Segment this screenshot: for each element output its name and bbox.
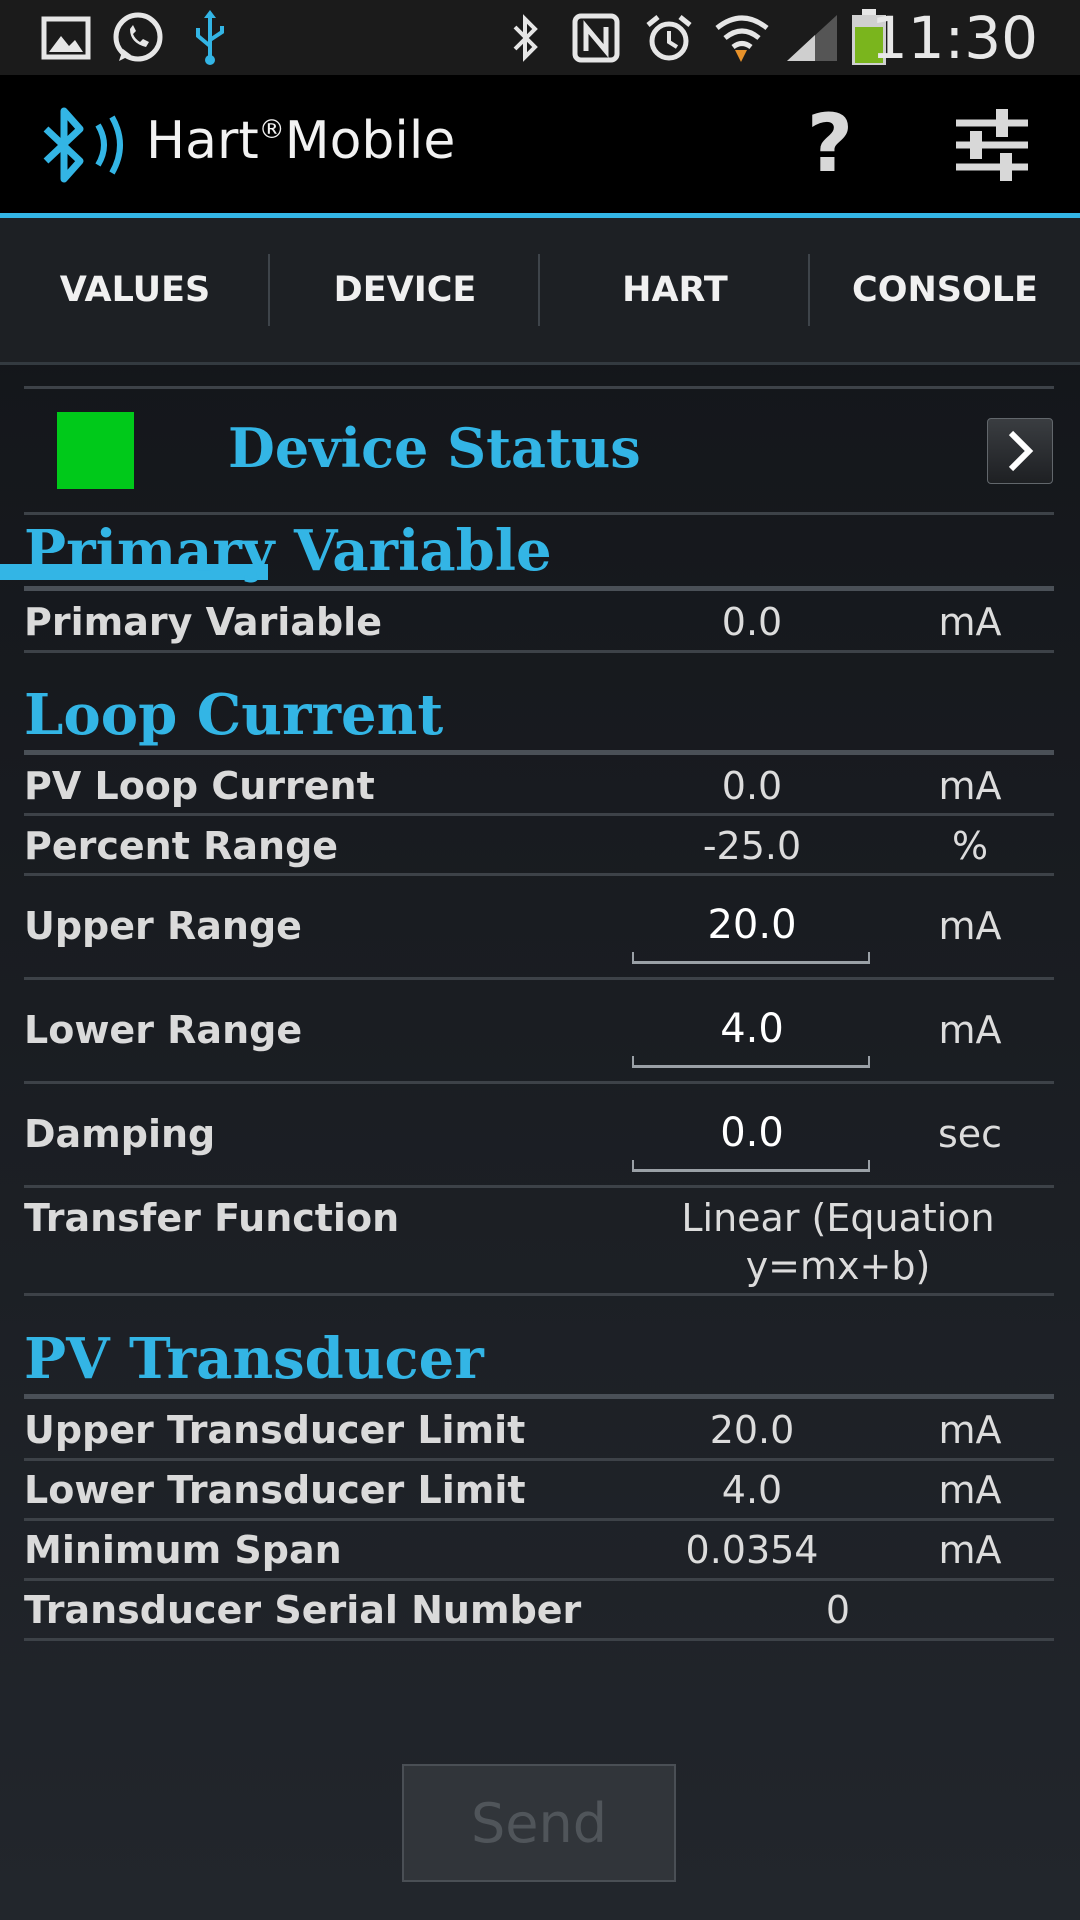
divider bbox=[24, 873, 1054, 876]
upper-range-label: Upper Range bbox=[24, 904, 302, 948]
tab-console[interactable]: CONSOLE bbox=[810, 218, 1080, 362]
pv-loop-current-unit: mA bbox=[938, 764, 1002, 808]
section-divider bbox=[24, 750, 1054, 755]
lower-range-label: Lower Range bbox=[24, 1008, 303, 1052]
lower-transducer-limit-label: Lower Transducer Limit bbox=[24, 1468, 526, 1512]
transfer-function-value-line1: Linear (Equation bbox=[681, 1196, 995, 1240]
status-indicator bbox=[57, 412, 134, 489]
tab-values[interactable]: VALUES bbox=[0, 218, 270, 362]
signal-icon bbox=[784, 8, 840, 68]
section-pv-transducer: PV Transducer bbox=[24, 1326, 484, 1392]
minimum-span-value: 0.0354 bbox=[685, 1528, 819, 1572]
lower-transducer-limit-value: 4.0 bbox=[721, 1468, 783, 1512]
percent-range-value: -25.0 bbox=[702, 824, 802, 868]
divider bbox=[24, 1518, 1054, 1521]
divider bbox=[24, 512, 1054, 515]
status-bar: 11:30 bbox=[0, 0, 1080, 75]
upper-range-unit: mA bbox=[938, 904, 1002, 948]
input-underline bbox=[632, 1160, 870, 1172]
pv-loop-current-value: 0.0 bbox=[721, 764, 783, 808]
divider bbox=[24, 1185, 1054, 1188]
send-button[interactable]: Send bbox=[402, 1764, 676, 1882]
lower-range-unit: mA bbox=[938, 1008, 1002, 1052]
gallery-icon bbox=[38, 8, 94, 68]
input-underline bbox=[632, 1056, 870, 1068]
whatsapp-icon bbox=[108, 8, 168, 68]
divider bbox=[24, 1293, 1054, 1296]
transfer-function-value-line2: y=mx+b) bbox=[745, 1244, 931, 1288]
lower-range-input[interactable]: 4.0 bbox=[632, 1006, 872, 1052]
percent-range-unit: % bbox=[951, 824, 989, 868]
damping-label: Damping bbox=[24, 1112, 216, 1156]
settings-sliders-icon[interactable] bbox=[952, 105, 1032, 190]
divider bbox=[24, 1578, 1054, 1581]
minimum-span-label: Minimum Span bbox=[24, 1528, 342, 1572]
primary-variable-value: 0.0 bbox=[721, 600, 783, 644]
nfc-icon bbox=[570, 8, 622, 68]
bluetooth-logo-icon bbox=[40, 103, 130, 192]
pv-loop-current-label: PV Loop Current bbox=[24, 764, 375, 808]
usb-icon bbox=[186, 8, 234, 68]
transfer-function-label: Transfer Function bbox=[24, 1196, 400, 1240]
section-divider bbox=[24, 586, 1054, 591]
primary-variable-label: Primary Variable bbox=[24, 600, 382, 644]
divider bbox=[24, 650, 1054, 653]
app-title: Hart®Mobile bbox=[146, 111, 456, 171]
wifi-icon bbox=[712, 8, 772, 68]
input-underline bbox=[632, 952, 870, 964]
divider bbox=[24, 1081, 1054, 1084]
upper-transducer-limit-unit: mA bbox=[938, 1408, 1002, 1452]
divider bbox=[24, 1638, 1054, 1641]
tab-hart[interactable]: HART bbox=[540, 218, 810, 362]
transducer-serial-value: 0 bbox=[825, 1588, 851, 1632]
device-status-title[interactable]: Device Status bbox=[228, 416, 641, 480]
damping-unit: sec bbox=[937, 1112, 1003, 1156]
tab-label: CONSOLE bbox=[852, 270, 1038, 310]
divider bbox=[24, 813, 1054, 816]
damping-input[interactable]: 0.0 bbox=[632, 1110, 872, 1156]
help-button[interactable]: ? bbox=[800, 97, 860, 190]
upper-transducer-limit-value: 20.0 bbox=[709, 1408, 795, 1452]
lower-transducer-limit-unit: mA bbox=[938, 1468, 1002, 1512]
tab-label: VALUES bbox=[59, 270, 211, 310]
action-bar: Hart®Mobile ? bbox=[0, 75, 1080, 218]
chevron-right-icon bbox=[1008, 430, 1034, 472]
section-primary-variable: Primary Variable bbox=[24, 518, 552, 584]
upper-transducer-limit-label: Upper Transducer Limit bbox=[24, 1408, 526, 1452]
divider bbox=[24, 1458, 1054, 1461]
transducer-serial-label: Transducer Serial Number bbox=[24, 1588, 582, 1632]
minimum-span-unit: mA bbox=[938, 1528, 1002, 1572]
tab-device[interactable]: DEVICE bbox=[270, 218, 540, 362]
primary-variable-unit: mA bbox=[938, 600, 1002, 644]
bluetooth-icon bbox=[506, 8, 546, 68]
percent-range-label: Percent Range bbox=[24, 824, 339, 868]
section-loop-current: Loop Current bbox=[24, 682, 444, 748]
divider bbox=[24, 386, 1054, 389]
tab-label: HART bbox=[622, 270, 728, 310]
section-divider bbox=[24, 1394, 1054, 1399]
alarm-icon bbox=[642, 8, 696, 68]
divider bbox=[24, 977, 1054, 980]
tab-label: DEVICE bbox=[333, 270, 477, 310]
tab-bar: VALUES DEVICE HART CONSOLE bbox=[0, 218, 1080, 580]
device-status-button[interactable] bbox=[987, 418, 1053, 484]
status-time: 11:30 bbox=[870, 4, 1038, 72]
upper-range-input[interactable]: 20.0 bbox=[632, 902, 872, 948]
